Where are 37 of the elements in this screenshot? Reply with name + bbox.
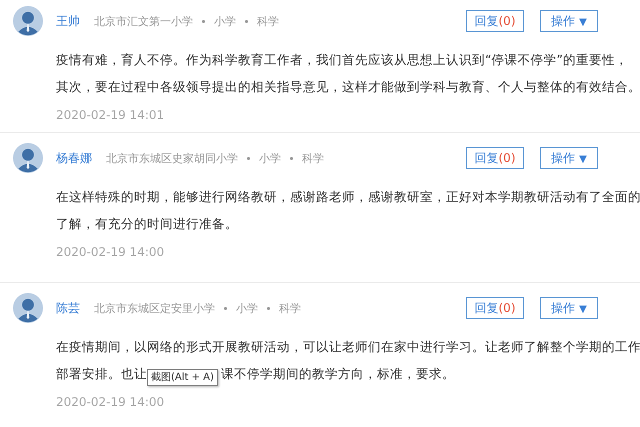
author-name[interactable]: 陈芸 — [56, 300, 80, 316]
subject-label: 科学 — [257, 14, 279, 28]
school-name: 北京市汇文第一小学 — [94, 14, 193, 28]
author-name[interactable]: 杨春娜 — [56, 150, 92, 166]
school-level: 小学 — [214, 14, 236, 28]
comment-text: 了解，有充分的时间进行准备。 — [56, 216, 238, 231]
separator-dot — [202, 20, 205, 22]
avatar-icon — [13, 143, 43, 173]
separator-dot — [245, 20, 248, 22]
school-name: 北京市东城区定安里小学 — [94, 300, 215, 316]
subject-label: 科学 — [279, 300, 301, 316]
school-name: 北京市东城区史家胡同小学 — [106, 150, 238, 166]
comment-date: 2020-02-19 14:01 — [56, 108, 166, 122]
comment-text: 部署安排。也让 — [56, 366, 147, 381]
separator-dot — [224, 306, 227, 310]
comment-date: 2020-02-19 14:00 — [56, 245, 166, 259]
subject-label: 科学 — [302, 150, 324, 166]
separator-dot — [267, 306, 270, 310]
comment-text: 在这样特殊的时期，能够进行网络教研，感谢路老师，感谢教研室，正好对本学期教研活动有了全面的 — [56, 189, 640, 204]
school-level: 小学 — [236, 300, 258, 316]
comment-text: 其次，要在过程中各级领导提出的相关指导意见，这样才能做到学科与教育、个人与整体的有效结合。 — [56, 79, 640, 94]
tooltip: 截图(Alt + A) — [147, 369, 218, 386]
school-level: 小学 — [259, 150, 281, 166]
avatar-icon — [13, 6, 43, 36]
separator-dot — [247, 156, 250, 160]
comment-text: 课不停学期间的教学方向，标准，要求。 — [221, 366, 455, 381]
action-button[interactable]: 操作 ▼ — [540, 147, 598, 169]
reply-button[interactable]: 回复(0) — [466, 147, 524, 169]
action-button[interactable]: 操作 ▼ — [540, 10, 598, 32]
reply-button[interactable]: 回复(0) — [466, 297, 524, 319]
comment-date: 2020-02-19 14:00 — [56, 395, 166, 409]
action-button[interactable]: 操作 ▼ — [540, 297, 598, 319]
separator-dot — [290, 156, 293, 160]
reply-button[interactable]: 回复(0) — [466, 10, 524, 32]
author-name[interactable]: 王帅 — [56, 12, 80, 30]
avatar-icon — [13, 293, 43, 323]
comment-text: 疫情有难，育人不停。作为科学教育工作者，我们首先应该从思想上认识到“停课不停学”的重要性， — [56, 52, 628, 67]
